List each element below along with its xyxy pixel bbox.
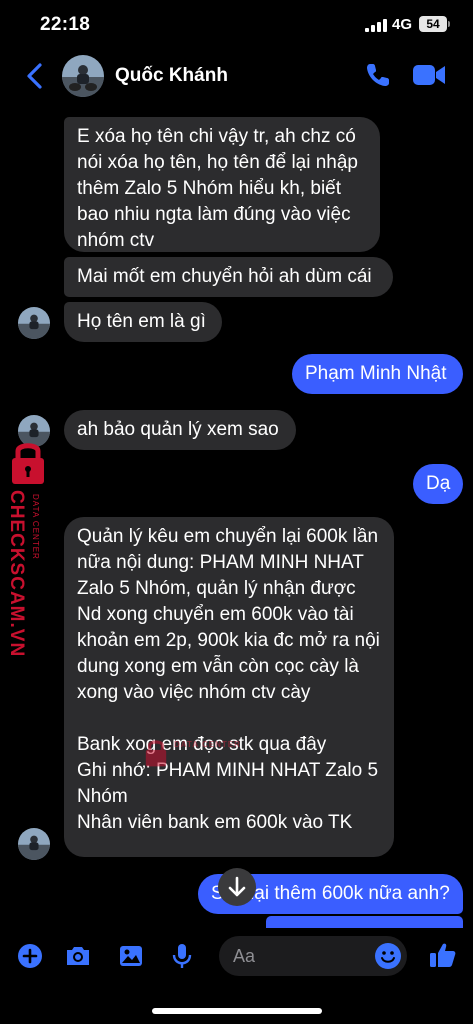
- back-icon[interactable]: [24, 62, 46, 90]
- video-call-icon[interactable]: [412, 62, 446, 88]
- message-bubble-outgoing[interactable]: Dạ: [413, 464, 463, 504]
- network-type: 4G: [392, 16, 413, 33]
- scroll-to-bottom-button[interactable]: [218, 868, 256, 906]
- status-bar: 22:18 4G 54: [0, 0, 473, 48]
- like-thumbs-up-icon[interactable]: [428, 940, 458, 970]
- message-bubble-incoming[interactable]: Mai mốt em chuyển hỏi ah dùm cái: [64, 257, 393, 297]
- home-indicator[interactable]: [152, 1008, 322, 1014]
- message-bubble-incoming[interactable]: Họ tên em là gì: [64, 302, 222, 342]
- phone-call-icon[interactable]: [363, 60, 393, 90]
- sender-avatar[interactable]: [18, 307, 50, 339]
- microphone-icon[interactable]: [168, 942, 196, 970]
- image-gallery-icon[interactable]: [117, 942, 145, 970]
- outgoing-bubble-partial: [266, 916, 463, 928]
- watermark-text: CHECKSCAM.VN: [6, 490, 27, 658]
- plus-circle-icon[interactable]: [16, 942, 44, 970]
- emoji-icon[interactable]: [374, 942, 402, 970]
- lock-icon: [145, 740, 167, 767]
- message-bubble-incoming[interactable]: Quản lý kêu em chuyển lại 600k lần nữa n…: [64, 517, 394, 857]
- checkscam-watermark: CHECKSCAM.VN DATA CENTER: [2, 438, 52, 658]
- signal-icon: [365, 19, 387, 32]
- message-bubble-incoming[interactable]: ah bảo quản lý xem sao: [64, 410, 296, 450]
- contact-name[interactable]: Quốc Khánh: [115, 65, 228, 87]
- center-watermark-text: DATA CENTER: [174, 740, 241, 749]
- lock-icon: [12, 443, 44, 484]
- watermark-subtext: DATA CENTER: [31, 494, 40, 560]
- sender-avatar[interactable]: [18, 828, 50, 860]
- message-bubble-outgoing[interactable]: Phạm Minh Nhật: [292, 354, 463, 394]
- contact-avatar[interactable]: [62, 55, 104, 97]
- center-watermark: DATA CENTER: [140, 734, 300, 776]
- chat-header: Quốc Khánh: [0, 48, 473, 106]
- arrow-down-icon: [228, 876, 246, 897]
- camera-icon[interactable]: [64, 942, 92, 970]
- status-time: 22:18: [40, 14, 91, 35]
- message-bubble-incoming[interactable]: E xóa họ tên chi vậy tr, ah chz có nói x…: [64, 117, 380, 252]
- battery-icon: 54: [419, 16, 450, 32]
